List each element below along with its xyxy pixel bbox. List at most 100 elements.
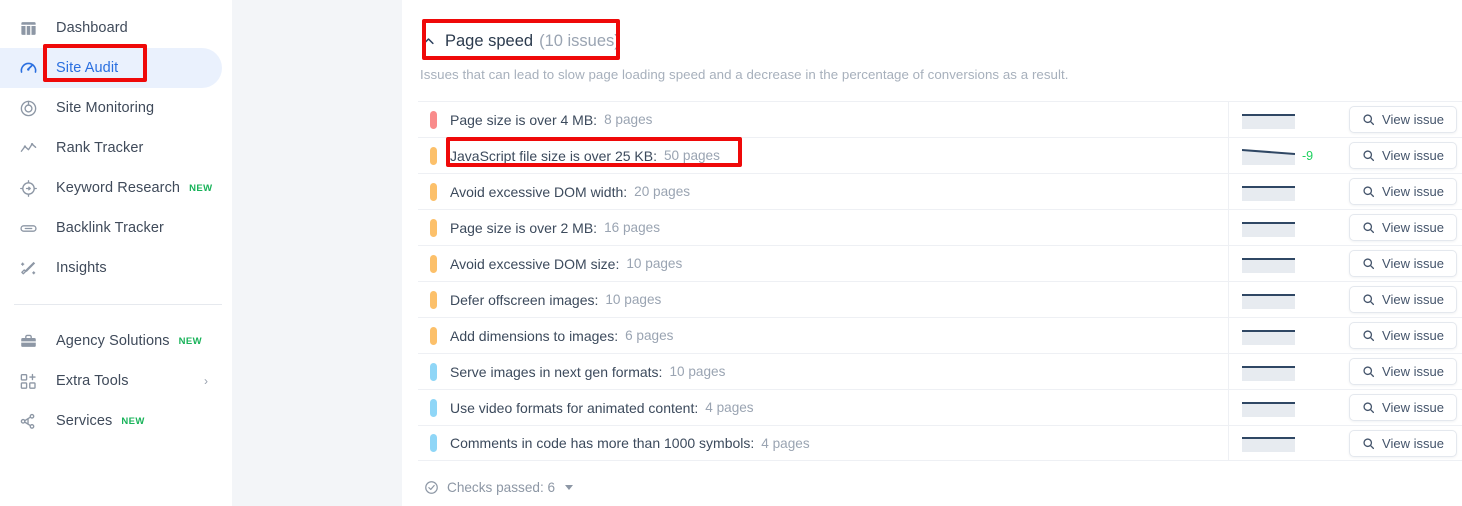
sidebar-item-label: Insights xyxy=(56,260,107,276)
issue-count: (10 issues) xyxy=(539,31,620,50)
rank-tracker-icon xyxy=(18,138,38,158)
sidebar-item-label: Extra Tools xyxy=(56,373,129,389)
sparkline-chart xyxy=(1242,148,1295,165)
search-icon xyxy=(1362,149,1375,162)
issue-label[interactable]: Avoid excessive DOM width: xyxy=(450,184,627,200)
site-monitoring-icon xyxy=(18,98,38,118)
issue-label[interactable]: Page size is over 2 MB: xyxy=(450,220,597,236)
view-issue-label: View issue xyxy=(1382,364,1444,379)
sidebar-item-site-monitoring[interactable]: Site Monitoring xyxy=(0,88,222,128)
view-issue-button[interactable]: View issue xyxy=(1349,394,1457,421)
main-content: Page speed (10 issues) Issues that can l… xyxy=(402,0,1462,506)
trend-cell xyxy=(1228,209,1344,246)
trend-cell xyxy=(1228,245,1344,282)
table-row[interactable]: JavaScript file size is over 25 KB: 50 pa… xyxy=(418,137,1462,174)
sidebar-item-keyword-research[interactable]: Keyword Research NEW xyxy=(0,168,222,208)
sidebar-item-agency-solutions[interactable]: Agency Solutions NEW xyxy=(0,321,222,361)
table-row[interactable]: Comments in code has more than 1000 symb… xyxy=(418,425,1462,461)
view-issue-label: View issue xyxy=(1382,148,1444,163)
sidebar-primary-group: Dashboard Site Audit Site Monitoring Rank T… xyxy=(0,8,232,288)
chevron-right-icon[interactable]: › xyxy=(204,375,208,387)
trend-cell: -9 xyxy=(1228,137,1344,174)
view-issue-button[interactable]: View issue xyxy=(1349,214,1457,241)
sidebar-item-rank-tracker[interactable]: Rank Tracker xyxy=(0,128,222,168)
view-issue-button[interactable]: View issue xyxy=(1349,322,1457,349)
backlink-tracker-icon xyxy=(18,218,38,238)
sidebar-item-extra-tools[interactable]: Extra Tools › xyxy=(0,361,222,401)
trend-cell xyxy=(1228,173,1344,210)
extra-tools-icon xyxy=(18,371,38,391)
view-issue-button[interactable]: View issue xyxy=(1349,250,1457,277)
view-issue-button[interactable]: View issue xyxy=(1349,106,1457,133)
sidebar-secondary-group: Agency Solutions NEW Extra Tools › Services N… xyxy=(0,321,232,441)
issue-table: Page size is over 4 MB: 8 pages View issue… xyxy=(418,101,1462,461)
search-icon xyxy=(1362,221,1375,234)
action-cell: View issue xyxy=(1344,429,1462,457)
issue-label[interactable]: Avoid excessive DOM size: xyxy=(450,256,619,272)
issue-label[interactable]: Use video formats for animated content: xyxy=(450,400,698,416)
sidebar-item-label: Site Monitoring xyxy=(56,100,155,116)
sidebar-item-label: Agency Solutions xyxy=(56,333,170,349)
sparkline-chart xyxy=(1242,113,1295,129)
caret-down-icon[interactable] xyxy=(565,485,574,490)
search-icon xyxy=(1362,113,1375,126)
dashboard-icon xyxy=(18,18,38,38)
issue-page-count: 20 pages xyxy=(634,184,691,199)
sparkline-chart xyxy=(1242,293,1295,309)
search-icon xyxy=(1362,437,1375,450)
table-row[interactable]: Defer offscreen images: 10 pages View issu… xyxy=(418,281,1462,318)
action-cell: View issue xyxy=(1344,322,1462,349)
trend-cell xyxy=(1228,425,1344,461)
issue-label[interactable]: JavaScript file size is over 25 KB: xyxy=(450,148,657,164)
action-cell: View issue xyxy=(1344,394,1462,421)
sparkline-chart xyxy=(1242,185,1295,201)
chevron-up-icon[interactable] xyxy=(420,33,436,49)
severity-indicator-warning xyxy=(430,146,437,165)
checks-passed-label: Checks passed: 6 xyxy=(447,480,556,495)
sidebar-item-backlink-tracker[interactable]: Backlink Tracker xyxy=(0,208,222,248)
table-row[interactable]: Avoid excessive DOM width: 20 pages View i… xyxy=(418,173,1462,210)
view-issue-label: View issue xyxy=(1382,400,1444,415)
sidebar-divider xyxy=(14,304,222,305)
sidebar-item-site-audit[interactable]: Site Audit xyxy=(0,48,222,88)
action-cell: View issue xyxy=(1344,178,1462,205)
view-issue-label: View issue xyxy=(1382,435,1444,451)
sidebar-item-label: Dashboard xyxy=(56,20,128,36)
search-icon xyxy=(1362,257,1375,270)
services-icon xyxy=(18,411,38,431)
trend-cell xyxy=(1228,389,1344,426)
table-row[interactable]: Add dimensions to images: 6 pages View iss… xyxy=(418,317,1462,354)
view-issue-button[interactable]: View issue xyxy=(1349,286,1457,313)
issue-label[interactable]: Add dimensions to images: xyxy=(450,328,618,344)
issue-page-count: 50 pages xyxy=(663,148,720,163)
issue-label[interactable]: Comments in code has more than 1000 symb… xyxy=(450,435,754,451)
issue-label[interactable]: Serve images in next gen formats: xyxy=(450,364,662,380)
issue-label[interactable]: Defer offscreen images: xyxy=(450,292,598,308)
trend-delta: -9 xyxy=(1302,148,1314,163)
action-cell: View issue xyxy=(1344,358,1462,385)
table-row[interactable]: Serve images in next gen formats: 10 page… xyxy=(418,353,1462,390)
issue-label[interactable]: Page size is over 4 MB: xyxy=(450,112,597,128)
table-row[interactable]: Use video formats for animated content: 4… xyxy=(418,389,1462,426)
issue-page-count: 10 pages xyxy=(605,292,662,307)
keyword-research-icon xyxy=(18,178,38,198)
table-row[interactable]: Page size is over 2 MB: 16 pages View issu… xyxy=(418,209,1462,246)
view-issue-button[interactable]: View issue xyxy=(1349,178,1457,205)
sidebar-item-label: Site Audit xyxy=(56,60,119,76)
table-row[interactable]: Page size is over 4 MB: 8 pages View issue xyxy=(418,101,1462,138)
sidebar-item-insights[interactable]: Insights xyxy=(0,248,222,288)
sidebar-item-dashboard[interactable]: Dashboard xyxy=(0,8,222,48)
table-row[interactable]: Avoid excessive DOM size: 10 pages View is… xyxy=(418,245,1462,282)
check-circle-icon xyxy=(424,480,439,495)
view-issue-button[interactable]: View issue xyxy=(1349,358,1457,385)
view-issue-button[interactable]: View issue xyxy=(1349,142,1457,169)
sidebar-item-label: Keyword Research xyxy=(56,180,181,196)
view-issue-button[interactable]: View issue xyxy=(1349,429,1457,457)
checks-passed[interactable]: Checks passed: 6 xyxy=(418,480,574,495)
issue-page-count: 16 pages xyxy=(604,220,660,235)
sparkline-chart xyxy=(1242,365,1295,381)
severity-indicator-warning xyxy=(430,218,437,237)
sidebar-item-services[interactable]: Services NEW xyxy=(0,401,222,441)
new-badge: NEW xyxy=(178,335,203,347)
severity-indicator-notice xyxy=(430,434,437,452)
